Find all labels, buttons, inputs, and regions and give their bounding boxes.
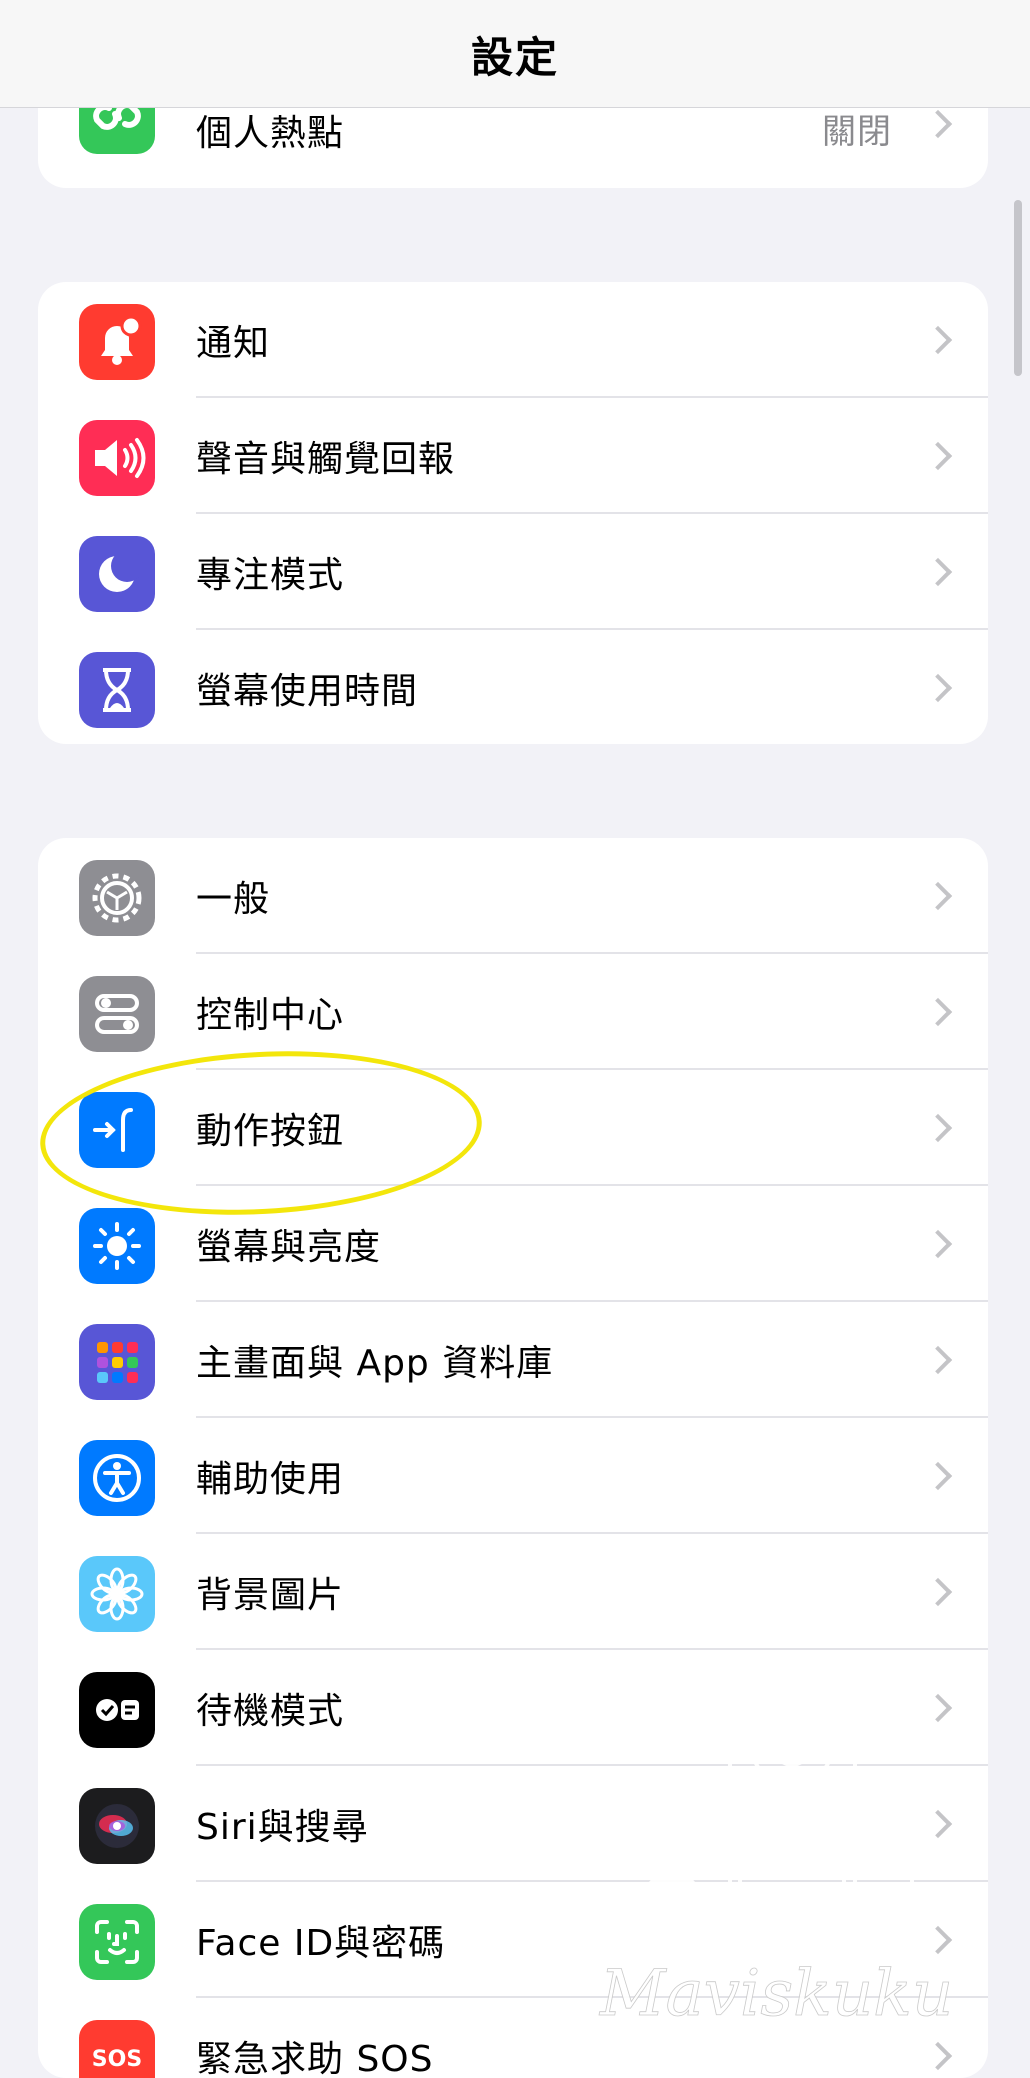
chevron-right-icon — [923, 1113, 953, 1143]
watermark-text: Maviskuku — [599, 1957, 953, 2031]
chevron-right-icon — [923, 881, 953, 911]
settings-row-label: 待機模式 — [196, 1691, 345, 1732]
settings-row-label: 控制中心 — [196, 995, 345, 1036]
settings-row-focus[interactable]: 專注模式 — [38, 514, 988, 630]
settings-row-label: 聲音與觸覺回報 — [196, 439, 456, 480]
settings-row-label: 專注模式 — [196, 555, 345, 596]
chevron-right-icon — [923, 673, 953, 703]
control-center-icon — [79, 976, 155, 1052]
chevron-right-icon — [923, 997, 953, 1027]
hourglass-icon — [79, 652, 155, 728]
chevron-right-icon — [923, 1229, 953, 1259]
settings-row-label: 背景圖片 — [196, 1575, 345, 1616]
settings-row-label: 緊急求助 SOS — [196, 2039, 434, 2078]
gear-icon — [79, 860, 155, 936]
siri-icon — [79, 1788, 155, 1864]
settings-group-notifications: 通知 聲音與觸覺回報 專注模式 螢幕使用時間 — [38, 282, 988, 744]
settings-row-accessibility[interactable]: 輔助使用 — [38, 1418, 988, 1534]
chevron-right-icon — [923, 325, 953, 355]
wallpaper-flower-icon — [79, 1556, 155, 1632]
settings-row-label: Siri與搜尋 — [196, 1807, 369, 1848]
chevron-right-icon — [923, 557, 953, 587]
settings-row-label: Face ID與密碼 — [196, 1923, 446, 1964]
settings-row-label: 螢幕與亮度 — [196, 1227, 382, 1268]
settings-row-sounds-haptics[interactable]: 聲音與觸覺回報 — [38, 398, 988, 514]
page-title: 設定 — [470, 33, 559, 82]
settings-row-label: 個人熱點 — [196, 113, 345, 154]
focus-moon-icon — [79, 536, 155, 612]
chevron-right-icon — [923, 109, 953, 139]
settings-row-control-center[interactable]: 控制中心 — [38, 954, 988, 1070]
settings-row-label: 一般 — [196, 879, 271, 920]
settings-row-general[interactable]: 一般 — [38, 838, 988, 954]
brightness-icon — [79, 1208, 155, 1284]
home-screen-icon — [79, 1324, 155, 1400]
chevron-right-icon — [923, 1461, 953, 1491]
settings-row-screen-time[interactable]: 螢幕使用時間 — [38, 630, 988, 744]
navigation-bar: 設定 — [0, 0, 1030, 108]
settings-row-label: 輔助使用 — [196, 1459, 345, 1500]
accessibility-icon — [79, 1440, 155, 1516]
settings-row-label: 主畫面與 App 資料庫 — [196, 1343, 554, 1384]
settings-row-notifications[interactable]: 通知 — [38, 282, 988, 398]
notifications-icon — [79, 304, 155, 380]
svg-text:SOS: SOS — [92, 2047, 142, 2072]
chevron-right-icon — [923, 1345, 953, 1375]
watermark-logo: Maviskuku — [599, 1668, 954, 2031]
scroll-indicator[interactable] — [1014, 200, 1022, 376]
settings-row-home-screen[interactable]: 主畫面與 App 資料庫 — [38, 1302, 988, 1418]
sos-icon: SOS — [79, 2020, 155, 2078]
chevron-right-icon — [923, 1577, 953, 1607]
standby-icon — [79, 1672, 155, 1748]
face-id-icon — [79, 1904, 155, 1980]
settings-row-wallpaper[interactable]: 背景圖片 — [38, 1534, 988, 1650]
settings-row-label: 螢幕使用時間 — [196, 671, 419, 712]
settings-row-label: 通知 — [196, 323, 271, 364]
hotspot-status-value: 關閉 — [822, 112, 892, 152]
sounds-icon — [79, 420, 155, 496]
chevron-right-icon — [923, 441, 953, 471]
